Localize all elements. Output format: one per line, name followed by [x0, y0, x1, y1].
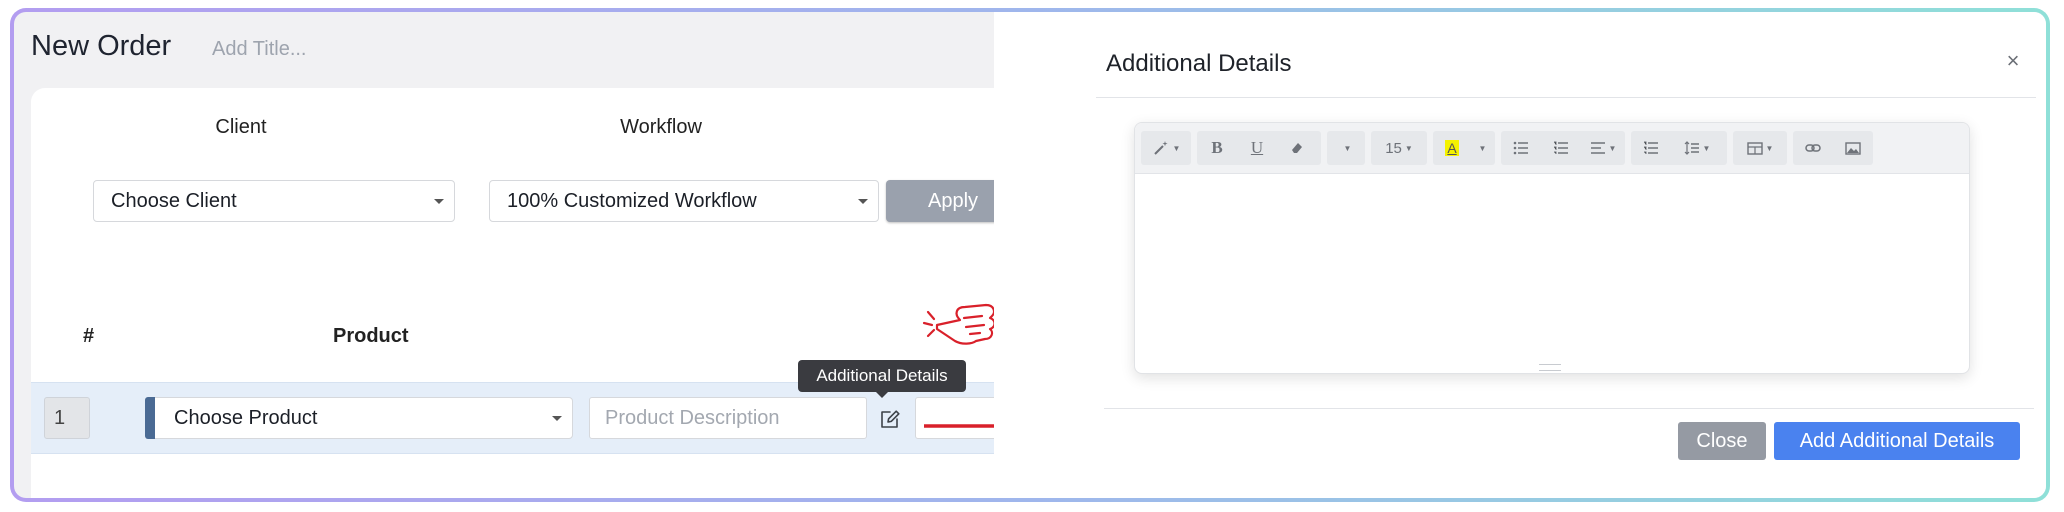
product-description-input[interactable]: Product Description [589, 397, 867, 439]
toolbar-group-fontname: ▼ [1327, 131, 1365, 165]
add-additional-details-button[interactable]: Add Additional Details [1774, 422, 2020, 460]
editor-content-area[interactable] [1135, 174, 1969, 370]
chevron-down-icon [552, 416, 562, 421]
bold-icon[interactable]: B [1197, 131, 1237, 165]
additional-details-modal: Additional Details × ▼ B U ▼ 15 ▼ A ▼ ▼ … [994, 12, 2046, 498]
add-title-field[interactable]: Add Title... [212, 38, 307, 61]
column-header-product: Product [333, 325, 409, 347]
unordered-list-icon[interactable] [1501, 131, 1541, 165]
order-card: Client Choose Client Workflow 100% Custo… [31, 88, 1045, 498]
highlight-icon[interactable]: A [1433, 131, 1471, 165]
workflow-select[interactable]: 100% Customized Workflow [489, 180, 879, 222]
editor-toolbar: ▼ B U ▼ 15 ▼ A ▼ ▼ ▼ ▼ [1135, 123, 1969, 174]
product-accent-bar [145, 397, 155, 439]
toolbar-group-style: ▼ [1141, 131, 1191, 165]
color-dropdown-icon[interactable]: ▼ [1471, 131, 1491, 165]
toolbar-group-fontsize: 15 ▼ [1371, 131, 1427, 165]
column-header-number: # [83, 325, 95, 347]
rich-text-editor: ▼ B U ▼ 15 ▼ A ▼ ▼ ▼ ▼ [1134, 122, 1970, 374]
ordered-list-icon[interactable] [1541, 131, 1581, 165]
toolbar-group-height: ▼ [1631, 131, 1727, 165]
table-icon[interactable]: ▼ [1733, 131, 1787, 165]
pointing-hand-icon [922, 303, 996, 345]
client-select[interactable]: Choose Client [93, 180, 455, 222]
toolbar-group-color: A ▼ [1433, 131, 1495, 165]
toolbar-group-para: ▼ [1501, 131, 1625, 165]
image-icon[interactable] [1833, 131, 1873, 165]
close-icon[interactable]: × [2002, 50, 2024, 72]
chevron-down-icon [434, 199, 444, 204]
modal-header-divider [1096, 97, 2036, 98]
client-label: Client [215, 116, 267, 138]
eraser-icon[interactable] [1277, 131, 1317, 165]
line-height-icon[interactable]: ▼ [1671, 131, 1723, 165]
resize-handle[interactable] [1539, 364, 1561, 371]
workflow-label: Workflow [620, 116, 702, 138]
font-size-value: 15 [1385, 139, 1402, 157]
chevron-down-icon [858, 199, 868, 204]
product-select[interactable]: Choose Product [145, 397, 573, 439]
modal-footer-divider [1104, 408, 2034, 409]
product-select-value: Choose Product [174, 407, 318, 429]
edit-icon[interactable] [879, 408, 901, 430]
close-button[interactable]: Close [1678, 422, 1766, 460]
app-window: New Order Add Title... Client Choose Cli… [14, 12, 2046, 498]
font-size-dropdown[interactable]: 15 ▼ [1371, 131, 1427, 165]
link-icon[interactable] [1793, 131, 1833, 165]
numbered-list-icon[interactable] [1631, 131, 1671, 165]
additional-details-tooltip: Additional Details [798, 360, 966, 398]
workflow-select-value: 100% Customized Workflow [507, 190, 757, 212]
magic-wand-icon[interactable]: ▼ [1141, 131, 1191, 165]
client-select-value: Choose Client [111, 190, 237, 212]
screenshot-frame: New Order Add Title... Client Choose Cli… [10, 8, 2050, 502]
page-title: New Order [31, 30, 172, 62]
toolbar-group-insert [1793, 131, 1873, 165]
align-icon[interactable]: ▼ [1581, 131, 1625, 165]
row-number: 1 [44, 397, 90, 439]
modal-title: Additional Details [1106, 50, 1292, 77]
toolbar-group-table: ▼ [1733, 131, 1787, 165]
toolbar-group-font: B U [1197, 131, 1321, 165]
font-family-dropdown[interactable]: ▼ [1327, 131, 1365, 165]
underline-icon[interactable]: U [1237, 131, 1277, 165]
